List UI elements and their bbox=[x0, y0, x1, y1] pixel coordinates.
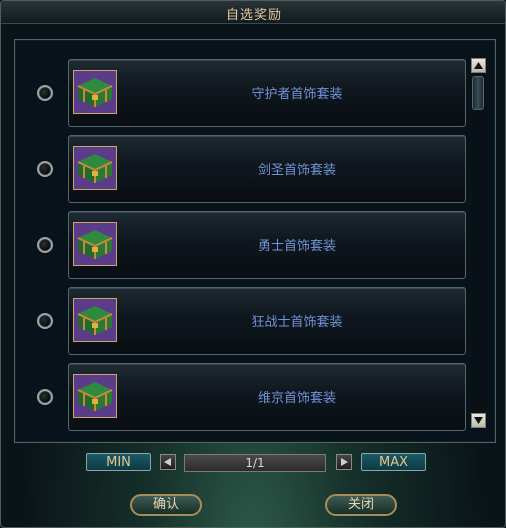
confirm-button[interactable]: 确认 bbox=[130, 494, 202, 516]
reward-row[interactable]: 剑圣首饰套装 bbox=[15, 135, 495, 203]
reward-item-name: 守护者首饰套装 bbox=[251, 87, 343, 102]
max-button[interactable]: MAX bbox=[361, 453, 426, 471]
triangle-right-icon bbox=[341, 458, 348, 466]
page-indicator: 1/1 bbox=[184, 454, 326, 472]
treasure-chest-icon bbox=[73, 222, 117, 266]
reward-item-name: 勇士首饰套装 bbox=[257, 239, 336, 254]
reward-row[interactable]: 维京首饰套装 bbox=[15, 363, 495, 431]
reward-radio[interactable] bbox=[37, 313, 53, 329]
reward-radio[interactable] bbox=[37, 161, 53, 177]
treasure-chest-icon bbox=[73, 70, 117, 114]
triangle-down-icon bbox=[474, 417, 483, 424]
min-button[interactable]: MIN bbox=[86, 453, 151, 471]
reward-item-name: 维京首饰套装 bbox=[257, 391, 336, 406]
reward-item[interactable]: 守护者首饰套装 bbox=[68, 59, 466, 127]
treasure-chest-icon bbox=[73, 146, 117, 190]
reward-radio[interactable] bbox=[37, 85, 53, 101]
window-title: 自选奖励 bbox=[225, 8, 282, 23]
reward-row[interactable]: 狂战士首饰套装 bbox=[15, 287, 495, 355]
reward-row[interactable]: 守护者首饰套装 bbox=[15, 59, 495, 127]
reward-list: 守护者首饰套装 剑圣首饰套装 勇士首饰套装 狂战士首饰套装 维京首饰套装 bbox=[14, 39, 496, 443]
reward-row[interactable]: 勇士首饰套装 bbox=[15, 211, 495, 279]
treasure-chest-icon bbox=[73, 298, 117, 342]
reward-select-window: 自选奖励 守护者首饰套装 剑圣首饰套装 勇士首饰套装 狂战士首饰套装 维京首饰套… bbox=[0, 0, 506, 528]
next-page-button[interactable] bbox=[336, 454, 352, 470]
triangle-up-icon bbox=[474, 62, 483, 69]
treasure-chest-icon bbox=[73, 374, 117, 418]
reward-radio[interactable] bbox=[37, 389, 53, 405]
reward-item[interactable]: 狂战士首饰套装 bbox=[68, 287, 466, 355]
reward-item-name: 剑圣首饰套装 bbox=[257, 163, 336, 178]
list-scrollbar[interactable] bbox=[471, 58, 486, 428]
close-button[interactable]: 关闭 bbox=[325, 494, 397, 516]
prev-page-button[interactable] bbox=[160, 454, 176, 470]
reward-item[interactable]: 勇士首饰套装 bbox=[68, 211, 466, 279]
scroll-up-button[interactable] bbox=[471, 58, 486, 73]
triangle-left-icon bbox=[164, 458, 171, 466]
title-bar[interactable]: 自选奖励 bbox=[1, 1, 505, 24]
reward-item[interactable]: 剑圣首饰套装 bbox=[68, 135, 466, 203]
scroll-down-button[interactable] bbox=[471, 413, 486, 428]
reward-item-name: 狂战士首饰套装 bbox=[251, 315, 343, 330]
reward-item[interactable]: 维京首饰套装 bbox=[68, 363, 466, 431]
scroll-thumb[interactable] bbox=[472, 76, 484, 110]
reward-radio[interactable] bbox=[37, 237, 53, 253]
